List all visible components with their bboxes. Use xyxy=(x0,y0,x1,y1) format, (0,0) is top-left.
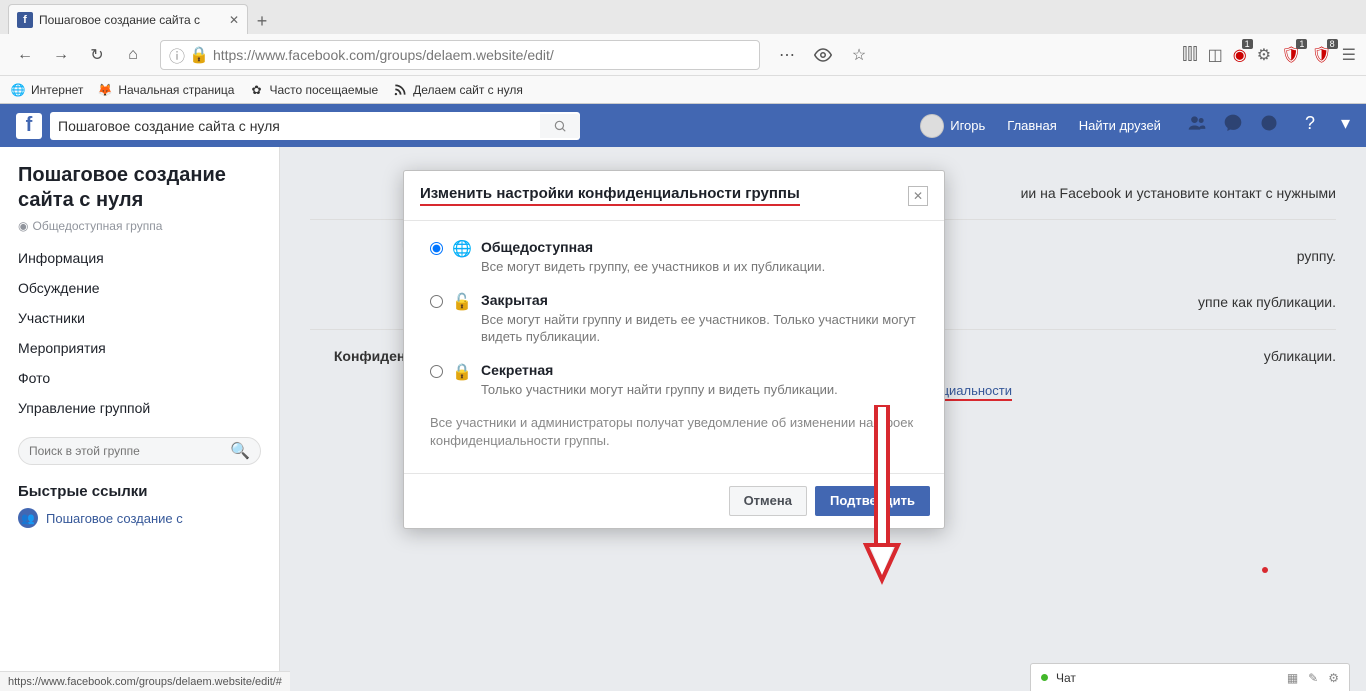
radio-public[interactable] xyxy=(430,242,443,255)
bookmark-internet[interactable]: 🌐Интернет xyxy=(10,82,83,98)
ublock-icon[interactable]: 🛡1 xyxy=(1281,45,1301,65)
facebook-search-bar[interactable] xyxy=(50,112,580,140)
privacy-option-secret[interactable]: 🔒 Секретная Только участники могут найти… xyxy=(430,362,918,399)
globe-icon: 🌐 xyxy=(453,240,471,258)
privacy-option-public[interactable]: 🌐 Общедоступная Все могут видеть группу,… xyxy=(430,239,918,276)
bookmarks-bar: 🌐Интернет 🦊Начальная страница ✿Часто пос… xyxy=(0,76,1366,104)
gear-icon: ✿ xyxy=(248,82,264,98)
hamburger-menu-icon[interactable]: ☰ xyxy=(1342,45,1356,65)
group-search-input[interactable] xyxy=(29,444,230,458)
cancel-button[interactable]: Отмена xyxy=(729,486,807,516)
nav-bar: ← → ↻ ⌂ ⓘ 🔒 ⋯ ☆ ⫿⫿⫿ ◫ ◉1 ⚙ 🛡1 🛡8 ☰ xyxy=(0,34,1366,76)
rss-icon xyxy=(392,82,408,98)
find-friends-link[interactable]: Найти друзей xyxy=(1069,112,1171,140)
status-bar: https://www.facebook.com/groups/delaem.w… xyxy=(0,671,290,691)
chat-label: Чат xyxy=(1056,671,1076,685)
close-tab-icon[interactable]: ✕ xyxy=(229,13,239,27)
privacy-option-closed[interactable]: 🔓 Закрытая Все могут найти группу и виде… xyxy=(430,292,918,346)
modal-close-button[interactable]: ✕ xyxy=(908,186,928,206)
help-icon[interactable]: ? xyxy=(1305,113,1315,138)
modal-title: Изменить настройки конфиденциальности гр… xyxy=(420,185,800,206)
facebook-logo[interactable]: f xyxy=(16,113,42,139)
confirm-button[interactable]: Подтвердить xyxy=(815,486,930,516)
header-icons: ? ▾ xyxy=(1187,113,1350,138)
toolbar-right: ⫿⫿⫿ ◫ ◉1 ⚙ 🛡1 🛡8 ☰ xyxy=(1182,45,1356,65)
page-actions-icon[interactable]: ⋯ xyxy=(772,40,802,70)
lock-open-icon: 🔓 xyxy=(453,293,471,311)
modal-body: 🌐 Общедоступная Все могут видеть группу,… xyxy=(404,221,944,473)
tab-title: Пошаговое создание сайта с xyxy=(39,13,223,27)
chat-icons: ▦ ✎ ⚙ xyxy=(1287,671,1339,685)
quick-link-item[interactable]: 👥 Пошаговое создание с xyxy=(18,508,261,528)
online-dot-icon xyxy=(1041,674,1048,681)
lock-icon: 🔒 xyxy=(189,45,209,65)
new-tab-button[interactable]: + xyxy=(248,8,276,34)
group-icon: 👥 xyxy=(18,508,38,528)
modal-footer: Отмена Подтвердить xyxy=(404,473,944,528)
library-icon[interactable]: ⫿⫿⫿ xyxy=(1182,46,1197,64)
chat-settings-icon[interactable]: ⚙ xyxy=(1328,671,1339,685)
sidebar-item-info[interactable]: Информация xyxy=(18,243,261,273)
firefox-icon: 🦊 xyxy=(97,82,113,98)
chat-compose-icon[interactable]: ✎ xyxy=(1308,671,1318,685)
globe-icon: 🌐 xyxy=(10,82,26,98)
modal-header: Изменить настройки конфиденциальности гр… xyxy=(404,171,944,221)
facebook-favicon: f xyxy=(17,12,33,28)
radio-secret[interactable] xyxy=(430,365,443,378)
chat-bar[interactable]: Чат ▦ ✎ ⚙ xyxy=(1030,663,1350,691)
adblock-icon[interactable]: ◉1 xyxy=(1233,45,1247,65)
sidebar-item-manage[interactable]: Управление группой xyxy=(18,393,261,423)
sidebar-icon[interactable]: ◫ xyxy=(1208,45,1223,65)
extension-icon-1[interactable]: ⚙ xyxy=(1257,45,1271,65)
profile-link[interactable]: Игорь xyxy=(910,112,995,140)
reload-button[interactable]: ↻ xyxy=(82,40,112,70)
facebook-nav: Игорь Главная Найти друзей ? ▾ xyxy=(910,112,1350,140)
bookmark-star-icon[interactable]: ☆ xyxy=(844,40,874,70)
dropdown-icon[interactable]: ▾ xyxy=(1341,113,1350,138)
privacy-modal: Изменить настройки конфиденциальности гр… xyxy=(403,170,945,529)
group-type-label: ◉ Общедоступная группа xyxy=(18,219,261,233)
bookmark-frequent[interactable]: ✿Часто посещаемые xyxy=(248,82,378,98)
url-input[interactable] xyxy=(213,47,751,63)
quick-links-title: Быстрые ссылки xyxy=(18,483,261,500)
search-icon[interactable]: 🔍 xyxy=(230,441,250,461)
modal-notice: Все участники и администраторы получат у… xyxy=(430,414,918,450)
tab-strip: f Пошаговое создание сайта с ✕ + xyxy=(0,0,1366,34)
site-info-icon[interactable]: ⓘ xyxy=(169,43,185,67)
bookmark-rss[interactable]: Делаем сайт с нуля xyxy=(392,82,523,98)
bookmark-homepage[interactable]: 🦊Начальная страница xyxy=(97,82,234,98)
sidebar-item-discussion[interactable]: Обсуждение xyxy=(18,273,261,303)
ublock-icon-2[interactable]: 🛡8 xyxy=(1311,45,1331,65)
annotation-dot xyxy=(1262,567,1268,573)
globe-icon: ◉ xyxy=(18,219,28,233)
browser-tab[interactable]: f Пошаговое создание сайта с ✕ xyxy=(8,4,248,34)
messenger-icon[interactable] xyxy=(1223,113,1243,138)
home-button[interactable]: ⌂ xyxy=(118,40,148,70)
reader-icon[interactable] xyxy=(808,40,838,70)
sidebar-item-members[interactable]: Участники xyxy=(18,303,261,333)
group-title: Пошаговое создание сайта с нуля xyxy=(18,163,261,213)
group-search[interactable]: 🔍 xyxy=(18,437,261,465)
lock-icon: 🔒 xyxy=(453,363,471,381)
facebook-header: f Игорь Главная Найти друзей ? ▾ xyxy=(0,104,1366,147)
sidebar: Пошаговое создание сайта с нуля ◉ Общедо… xyxy=(0,147,280,691)
browser-chrome: f Пошаговое создание сайта с ✕ + ← → ↻ ⌂… xyxy=(0,0,1366,104)
avatar xyxy=(920,114,944,138)
forward-button[interactable]: → xyxy=(46,40,76,70)
home-link[interactable]: Главная xyxy=(997,112,1066,140)
friends-icon[interactable] xyxy=(1187,113,1207,138)
search-button[interactable] xyxy=(540,114,580,138)
chat-grid-icon[interactable]: ▦ xyxy=(1287,671,1298,685)
radio-closed[interactable] xyxy=(430,295,443,308)
facebook-search-input[interactable] xyxy=(58,118,540,134)
sidebar-item-events[interactable]: Мероприятия xyxy=(18,333,261,363)
back-button[interactable]: ← xyxy=(10,40,40,70)
url-bar[interactable]: ⓘ 🔒 xyxy=(160,40,760,70)
sidebar-item-photos[interactable]: Фото xyxy=(18,363,261,393)
sidebar-nav: Информация Обсуждение Участники Мероприя… xyxy=(18,243,261,423)
notifications-icon[interactable] xyxy=(1259,113,1279,138)
